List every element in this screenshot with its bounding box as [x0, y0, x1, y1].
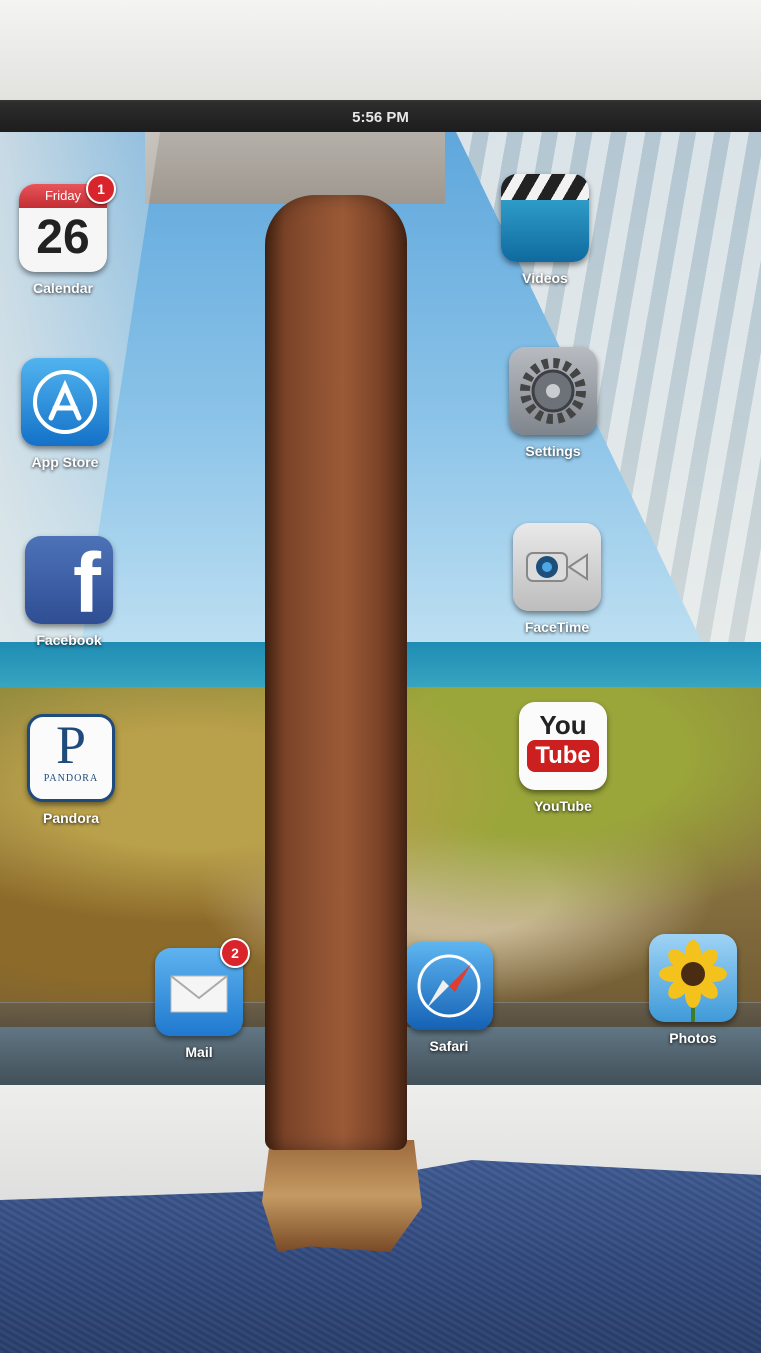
- dock-app-photos[interactable]: Photos: [638, 934, 748, 1046]
- app-settings[interactable]: Settings: [498, 347, 608, 459]
- calendar-day: 26: [36, 211, 90, 264]
- dock-app-mail[interactable]: 2 Mail: [144, 938, 254, 1060]
- sunflower-icon: [649, 934, 737, 1022]
- app-calendar[interactable]: Friday 26 1 Calendar: [8, 174, 118, 296]
- dock-app-safari[interactable]: Safari: [394, 942, 504, 1054]
- device-bezel-top: [0, 0, 761, 100]
- app-store-icon: [21, 358, 109, 446]
- app-label: FaceTime: [524, 619, 590, 635]
- app-label: Pandora: [42, 810, 99, 826]
- cigar: [265, 195, 407, 1150]
- youtube-icon: You Tube: [519, 702, 607, 790]
- app-label: Facebook: [36, 632, 102, 648]
- app-youtube[interactable]: You Tube YouTube: [508, 702, 618, 814]
- app-label: Settings: [525, 443, 581, 459]
- calendar-badge: 1: [86, 174, 116, 204]
- app-label: Calendar: [33, 280, 93, 296]
- app-videos[interactable]: Videos: [490, 174, 600, 286]
- video-camera-icon: [513, 523, 601, 611]
- pandora-wordmark: PANDORA: [43, 773, 99, 784]
- status-time: 5:56 PM: [352, 108, 409, 126]
- app-label: Videos: [522, 270, 568, 286]
- pandora-icon: P PANDORA: [27, 714, 115, 802]
- clapperboard-icon: [501, 174, 589, 262]
- app-label: App Store: [31, 454, 99, 470]
- mail-badge: 2: [220, 938, 250, 968]
- status-bar: 5:56 PM: [0, 102, 761, 132]
- gear-icon: [509, 347, 597, 435]
- wallpaper-window-frame: [145, 132, 445, 204]
- app-facebook[interactable]: f Facebook: [14, 536, 124, 648]
- app-app-store[interactable]: App Store: [10, 358, 120, 470]
- app-label: Mail: [185, 1044, 213, 1060]
- facebook-icon: f: [25, 536, 113, 624]
- compass-icon: [405, 942, 493, 1030]
- app-pandora[interactable]: P PANDORA Pandora: [16, 714, 126, 826]
- cigar-foot: [262, 1140, 422, 1252]
- app-label: YouTube: [534, 798, 592, 814]
- app-facetime[interactable]: FaceTime: [502, 523, 612, 635]
- app-label: Photos: [669, 1030, 717, 1046]
- app-label: Safari: [429, 1038, 469, 1054]
